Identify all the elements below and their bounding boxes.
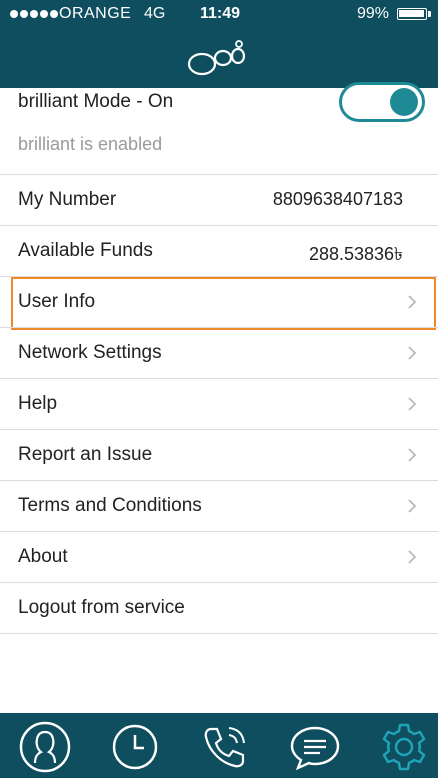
- menu-item-logout[interactable]: Logout from service: [0, 582, 438, 634]
- tab-calls[interactable]: [199, 721, 251, 773]
- tab-recents[interactable]: [109, 721, 161, 773]
- menu-item-report-issue[interactable]: Report an Issue: [0, 429, 438, 480]
- tab-contacts[interactable]: [19, 721, 71, 773]
- status-bar: ORANGE 4G 11:49 99%: [0, 0, 438, 30]
- settings-list: brilliant Mode - On brilliant is enabled…: [0, 82, 438, 634]
- chevron-right-icon: [408, 499, 417, 513]
- chevron-right-icon: [408, 550, 417, 564]
- brand-bubbles-logo: [187, 40, 246, 76]
- tab-messages[interactable]: [289, 721, 341, 773]
- battery-icon: [397, 8, 431, 20]
- menu-item-label: Terms and Conditions: [18, 495, 202, 516]
- status-time: 11:49: [200, 5, 241, 22]
- messages-icon: [290, 726, 340, 771]
- recents-clock-icon: [112, 724, 158, 770]
- menu-item-label: Report an Issue: [18, 444, 153, 465]
- toggle-knob: [390, 88, 418, 116]
- chevron-right-icon: [408, 295, 417, 309]
- app-header: ORANGE 4G 11:49 99%: [0, 0, 438, 88]
- menu-item-label: Network Settings: [18, 342, 162, 363]
- mode-status: brilliant is enabled: [18, 134, 163, 154]
- menu-item-label: Logout from service: [18, 597, 185, 618]
- chevron-right-icon: [408, 397, 417, 411]
- my-number-row: My Number 8809638407183: [0, 174, 438, 225]
- chevron-right-icon: [408, 346, 417, 360]
- battery-percent: 99%: [357, 5, 390, 22]
- my-number-label: My Number: [18, 189, 117, 210]
- mode-row: brilliant Mode - On brilliant is enabled: [0, 82, 438, 174]
- available-funds-row: Available Funds 288.53836৳: [0, 225, 438, 276]
- contacts-icon: [19, 721, 71, 773]
- signal-dots-icon: [10, 10, 58, 18]
- tab-settings[interactable]: [378, 721, 430, 773]
- menu-item-label: User Info: [18, 291, 96, 312]
- settings-screen: ORANGE 4G 11:49 99% brilliant Mode - On …: [0, 0, 438, 778]
- menu-item-user-info[interactable]: User Info: [0, 276, 438, 330]
- menu-item-network-settings[interactable]: Network Settings: [0, 327, 438, 378]
- mode-toggle-switch[interactable]: [339, 82, 425, 122]
- network-type: 4G: [144, 5, 166, 22]
- bottom-tab-bar: [0, 713, 438, 778]
- menu-item-help[interactable]: Help: [0, 378, 438, 429]
- menu-item-label: Help: [18, 393, 58, 414]
- chevron-right-icon: [408, 448, 417, 462]
- settings-gear-icon: [382, 723, 426, 771]
- phone-call-icon: [204, 727, 245, 768]
- menu-item-terms[interactable]: Terms and Conditions: [0, 480, 438, 531]
- menu-item-label: About: [18, 546, 68, 567]
- carrier-name: ORANGE: [59, 5, 132, 22]
- menu-item-about[interactable]: About: [0, 531, 438, 582]
- available-funds-value: 288.53836৳: [308, 244, 403, 264]
- my-number-value: 8809638407183: [272, 189, 403, 209]
- mode-title: brilliant Mode - On: [18, 91, 174, 112]
- available-funds-label: Available Funds: [18, 240, 153, 261]
